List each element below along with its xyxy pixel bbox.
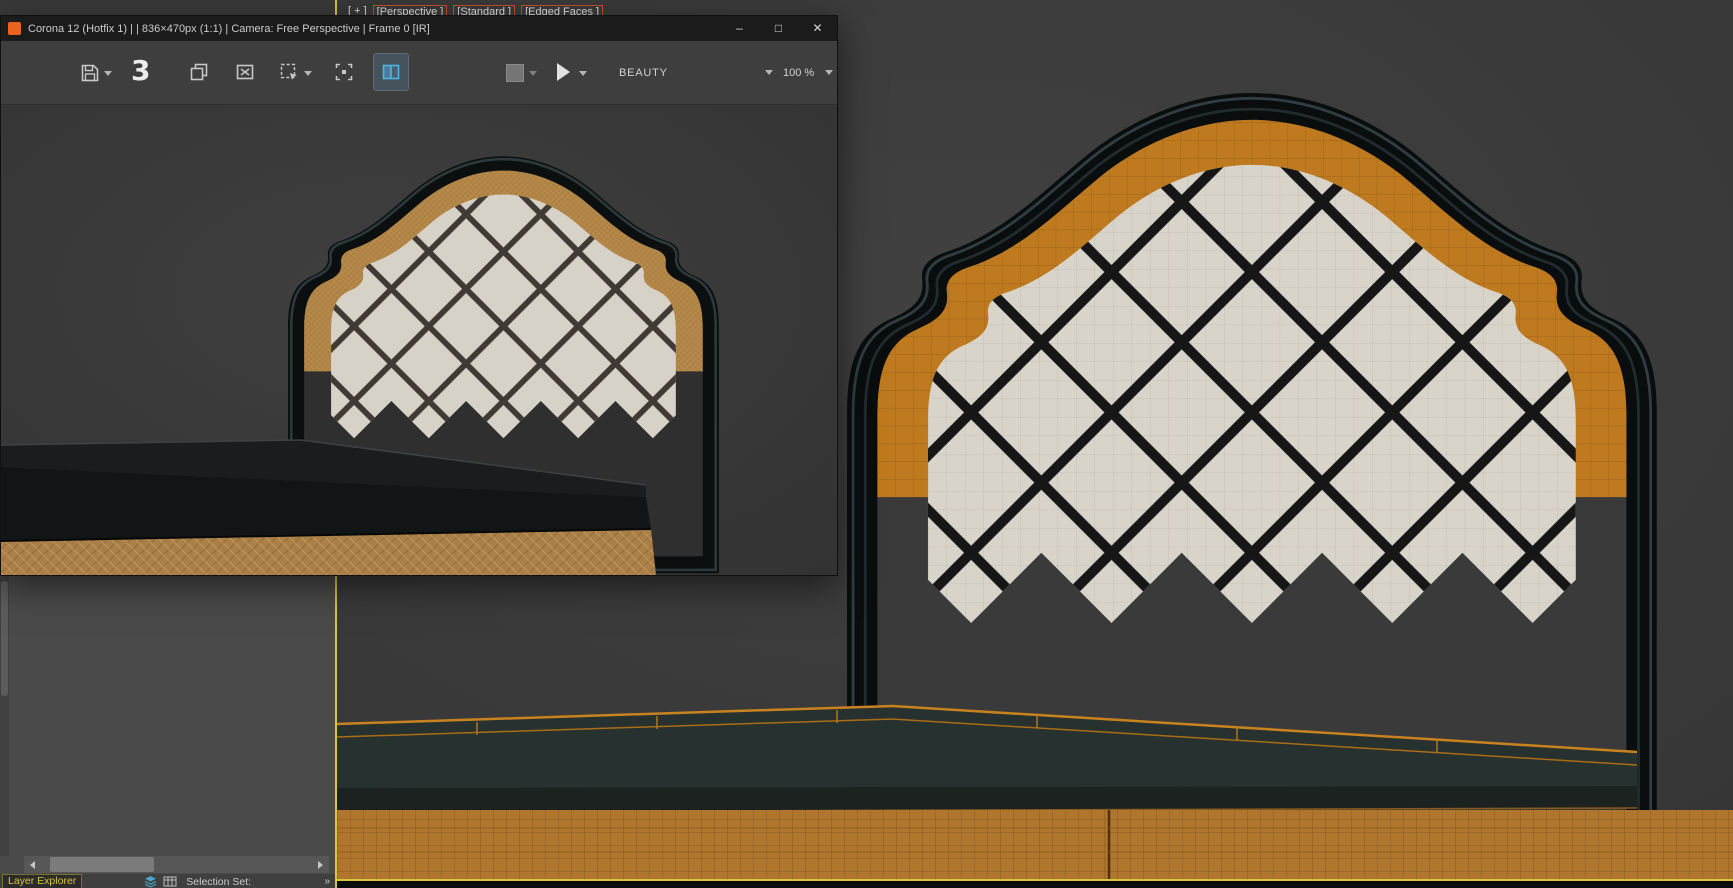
panel-statusbar: Layer Explorer Selection Set: »	[0, 874, 335, 888]
save-image-button[interactable]	[79, 62, 101, 89]
region-render-icon	[278, 61, 300, 83]
horizontal-scrollbar-thumb[interactable]	[50, 857, 154, 872]
ab-compare-button[interactable]	[373, 53, 409, 91]
layers-icon[interactable]	[144, 875, 157, 888]
panel-overflow-chevrons[interactable]: »	[324, 876, 330, 887]
selection-set-label: Selection Set:	[186, 876, 251, 888]
copy-icon	[188, 61, 210, 83]
zoom-select[interactable]: 100 %	[783, 41, 833, 104]
vfb-toolbar: 3	[1, 41, 837, 105]
application-screen: [ + ] [Perspective ] [Standard ] [Edged …	[0, 0, 1733, 888]
rendered-image-area	[1, 105, 837, 575]
vertical-scrollbar-thumb[interactable]	[1, 581, 8, 696]
region-dropdown-caret-icon[interactable]	[304, 71, 312, 76]
layer-explorer-tab[interactable]: Layer Explorer	[2, 874, 82, 888]
close-button[interactable]: ✕	[798, 16, 837, 41]
window-title: Corona 12 (Hotfix 1) | | 836×470px (1:1)…	[28, 23, 720, 35]
render-dropdown-caret-icon[interactable]	[579, 71, 587, 76]
scroll-right-button[interactable]	[312, 856, 329, 873]
duplicate-to-history-button[interactable]	[188, 61, 210, 88]
color-swatch[interactable]	[506, 64, 524, 82]
statusbar-icons	[144, 875, 177, 888]
pass-dropdown-caret-icon	[765, 70, 773, 75]
corona-logo-icon	[8, 22, 21, 35]
render-pass-value: BEAUTY	[619, 67, 668, 79]
clear-icon	[234, 61, 256, 83]
fit-to-vfb-button[interactable]	[333, 61, 355, 88]
timeline-strip	[337, 881, 1733, 888]
minimize-button[interactable]: –	[720, 16, 759, 41]
scroll-right-icon	[318, 861, 323, 869]
zoom-dropdown-caret-icon	[825, 70, 833, 75]
scroll-left-icon	[30, 861, 35, 869]
render-pass-select[interactable]: BEAUTY	[613, 41, 773, 104]
scroll-left-button[interactable]	[24, 856, 41, 873]
region-render-button[interactable]	[278, 61, 300, 88]
render-history-count[interactable]: 3	[131, 54, 150, 87]
left-viewport-panel: Layer Explorer Selection Set: »	[0, 573, 335, 888]
vertical-scrollbar[interactable]	[0, 573, 9, 856]
save-dropdown-caret-icon[interactable]	[104, 71, 112, 76]
clear-vfb-button[interactable]	[234, 61, 256, 88]
swatch-dropdown-caret-icon[interactable]	[529, 71, 537, 76]
maximize-button[interactable]: □	[759, 16, 798, 41]
start-render-button[interactable]	[557, 63, 570, 81]
selection-grid-icon[interactable]	[163, 875, 177, 888]
window-titlebar[interactable]: Corona 12 (Hotfix 1) | | 836×470px (1:1)…	[1, 16, 837, 41]
fit-icon	[333, 61, 355, 83]
render-image	[1, 105, 837, 575]
corona-vfb-window: Corona 12 (Hotfix 1) | | 836×470px (1:1)…	[0, 15, 838, 576]
ab-split-icon	[380, 61, 402, 83]
save-icon	[79, 62, 101, 84]
zoom-value: 100 %	[783, 67, 814, 79]
horizontal-scrollbar[interactable]	[24, 856, 329, 873]
